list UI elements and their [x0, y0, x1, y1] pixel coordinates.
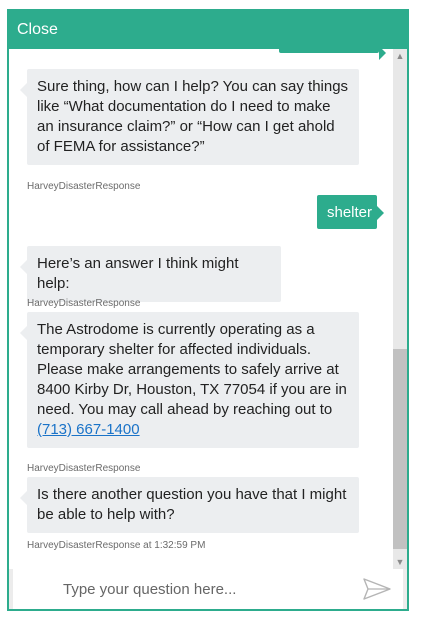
bot-message: Sure thing, how can I help? You can say … [20, 69, 359, 165]
user-message-text: shelter [327, 204, 373, 221]
bot-message: The Astrodome is currently operating as … [20, 312, 359, 448]
user-message-previous [279, 49, 386, 60]
chevron-up-icon[interactable]: ▲ [393, 49, 407, 63]
bot-message-text: Is there another question you have that … [37, 486, 347, 523]
bot-message-text: Sure thing, how can I help? You can say … [37, 78, 349, 155]
bot-message-timestamp: HarveyDisasterResponse at 1:32:59 PM [27, 540, 206, 551]
bot-message-sender: HarveyDisasterResponse [27, 298, 141, 309]
bot-message: Is there another question you have that … [20, 477, 359, 533]
phone-link[interactable]: (713) 667-1400 [37, 421, 140, 438]
scrollbar[interactable]: ▲ ▼ [393, 49, 407, 569]
chevron-down-icon[interactable]: ▼ [393, 555, 407, 569]
scroll-thumb[interactable] [393, 349, 407, 549]
message-input[interactable] [13, 569, 353, 609]
bot-message-sender: HarveyDisasterResponse [27, 463, 141, 474]
chat-widget: Close Sure thing, how can I help? You ca… [7, 9, 409, 611]
bot-message: Here’s an answer I think might help: [20, 246, 281, 302]
message-list[interactable]: Sure thing, how can I help? You can say … [9, 49, 393, 569]
close-header[interactable]: Close [9, 11, 407, 49]
bot-message-sender: HarveyDisasterResponse [27, 181, 141, 192]
user-message: shelter [317, 195, 384, 229]
send-arrow-icon[interactable] [363, 578, 391, 600]
message-input-bar [13, 569, 403, 609]
bot-message-text: Here’s an answer I think might help: [37, 255, 239, 292]
close-button-label[interactable]: Close [17, 21, 58, 39]
bot-message-text: The Astrodome is currently operating as … [37, 321, 347, 418]
